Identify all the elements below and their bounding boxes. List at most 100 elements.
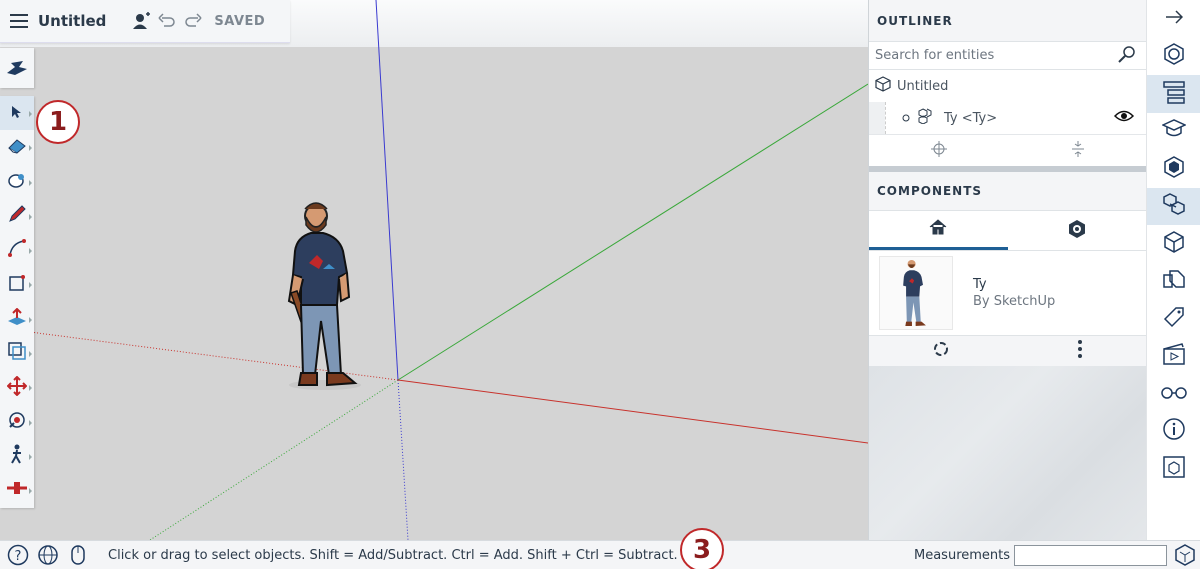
- outliner-child[interactable]: Ty <Ty>: [885, 102, 1146, 134]
- redo-icon[interactable]: [180, 8, 206, 34]
- component-thumbnail: [879, 256, 953, 330]
- panel-entity-info[interactable]: [1147, 38, 1200, 76]
- panel-styles[interactable]: [1147, 150, 1200, 188]
- component-item-ty[interactable]: Ty By SketchUp: [869, 250, 1146, 336]
- eraser-icon: [7, 136, 27, 158]
- side-panel: OUTLINER Search for entities Untitled Ty…: [868, 0, 1146, 540]
- sketchup-logo-icon[interactable]: [0, 48, 34, 88]
- offset-tool[interactable]: [0, 336, 34, 370]
- add-collaborator-icon[interactable]: [128, 8, 154, 34]
- rotate-tool[interactable]: [0, 405, 34, 439]
- arc-icon: [8, 239, 26, 261]
- offset-icon: [8, 342, 26, 364]
- document-title[interactable]: Untitled: [38, 12, 106, 30]
- instructor-icon: [1161, 119, 1187, 143]
- panel-instructor[interactable]: [1147, 113, 1200, 151]
- warehouse-icon: [1067, 219, 1087, 243]
- arc-tool[interactable]: [0, 233, 34, 267]
- help-icon[interactable]: ?: [6, 543, 30, 567]
- 3d-warehouse-icon: [1162, 455, 1186, 483]
- outliner-search[interactable]: Search for entities: [869, 41, 1146, 70]
- walk-icon: [9, 444, 25, 468]
- paint-bucket-icon: [7, 171, 27, 193]
- materials-icon: [1162, 230, 1186, 258]
- eye-icon[interactable]: [1113, 110, 1135, 126]
- info-icon: [1162, 417, 1186, 445]
- panel-components[interactable]: [1147, 187, 1200, 225]
- left-toolbar: [0, 96, 34, 508]
- right-panel-bar: [1146, 0, 1200, 540]
- panel-tags[interactable]: [1147, 300, 1200, 338]
- components-title: COMPONENTS: [869, 172, 1146, 210]
- zoom-to-selection-icon[interactable]: [930, 140, 948, 162]
- status-hint: Click or drag to select objects. Shift =…: [108, 547, 678, 563]
- save-status: SAVED: [214, 13, 266, 29]
- component-icon: [918, 108, 936, 128]
- eraser-tool[interactable]: [0, 130, 34, 164]
- status-bar: ? Click or drag to select objects. Shift…: [0, 540, 1200, 569]
- top-bar: Untitled SAVED: [0, 0, 290, 43]
- tab-3d-warehouse[interactable]: [1008, 211, 1147, 250]
- styles-icon: [1162, 155, 1186, 183]
- select-tool[interactable]: [0, 96, 34, 131]
- collapse-icon[interactable]: [1071, 140, 1085, 162]
- components-icon: [1162, 192, 1186, 220]
- undo-icon[interactable]: [154, 8, 180, 34]
- section-plane-tool[interactable]: [0, 473, 34, 507]
- section-plane-icon: [6, 480, 28, 500]
- person-model-ty[interactable]: [283, 197, 373, 393]
- outliner-root-label: Untitled: [897, 78, 949, 94]
- search-icon[interactable]: [1118, 45, 1136, 67]
- component-info: Ty By SketchUp: [973, 276, 1055, 310]
- push-pull-tool[interactable]: [0, 302, 34, 336]
- solid-tools-icon: [1162, 267, 1186, 295]
- panel-outliner[interactable]: [1147, 75, 1200, 113]
- component-author: By SketchUp: [973, 294, 1056, 309]
- paint-bucket-tool[interactable]: [0, 165, 34, 199]
- measurements-input[interactable]: [1014, 545, 1167, 566]
- components-empty-area: [869, 366, 1146, 540]
- component-actions: [869, 336, 1146, 366]
- home-icon: [929, 219, 947, 239]
- move-tool[interactable]: [0, 370, 34, 404]
- globe-icon[interactable]: [36, 543, 60, 567]
- panel-scenes[interactable]: [1147, 338, 1200, 376]
- bullet-icon: [902, 111, 910, 126]
- collapse-panel-button[interactable]: [1147, 0, 1200, 38]
- select-icon: [11, 104, 23, 123]
- sketchup-cube-icon[interactable]: [1174, 544, 1196, 569]
- outliner-icon: [1162, 80, 1186, 108]
- outliner-title: OUTLINER: [869, 0, 1146, 41]
- rectangle-tool[interactable]: [0, 267, 34, 301]
- pencil-icon: [8, 205, 26, 227]
- rotate-icon: [7, 410, 27, 434]
- push-pull-icon: [7, 307, 27, 330]
- walk-tool[interactable]: [0, 439, 34, 473]
- 3d-viewport[interactable]: [0, 0, 868, 540]
- outliner-root[interactable]: Untitled: [869, 70, 1146, 102]
- callout-3: 3: [680, 528, 724, 569]
- svg-text:?: ?: [15, 549, 22, 564]
- entity-info-icon: [1162, 42, 1186, 70]
- tab-in-model[interactable]: [869, 211, 1008, 250]
- panel-3d-warehouse[interactable]: [1147, 450, 1200, 488]
- more-options-icon[interactable]: [1077, 340, 1082, 362]
- panel-info[interactable]: [1147, 413, 1200, 451]
- arrow-right-icon: [1165, 9, 1184, 28]
- outliner-actions: [869, 134, 1146, 166]
- search-input[interactable]: Search for entities: [875, 48, 994, 63]
- hamburger-menu-icon[interactable]: [0, 0, 38, 43]
- panel-solid-tools[interactable]: [1147, 263, 1200, 301]
- measurements-label: Measurements: [914, 548, 1011, 563]
- components-tabs: [869, 210, 1146, 250]
- model-icon: [875, 76, 891, 96]
- pencil-tool[interactable]: [0, 199, 34, 233]
- rectangle-icon: [8, 274, 26, 296]
- move-icon: [6, 375, 28, 400]
- scenes-icon: [1162, 343, 1186, 369]
- panel-materials[interactable]: [1147, 225, 1200, 263]
- axes: [29, 0, 868, 540]
- mouse-icon[interactable]: [66, 543, 90, 567]
- purge-icon[interactable]: [933, 341, 949, 361]
- panel-display[interactable]: [1147, 375, 1200, 413]
